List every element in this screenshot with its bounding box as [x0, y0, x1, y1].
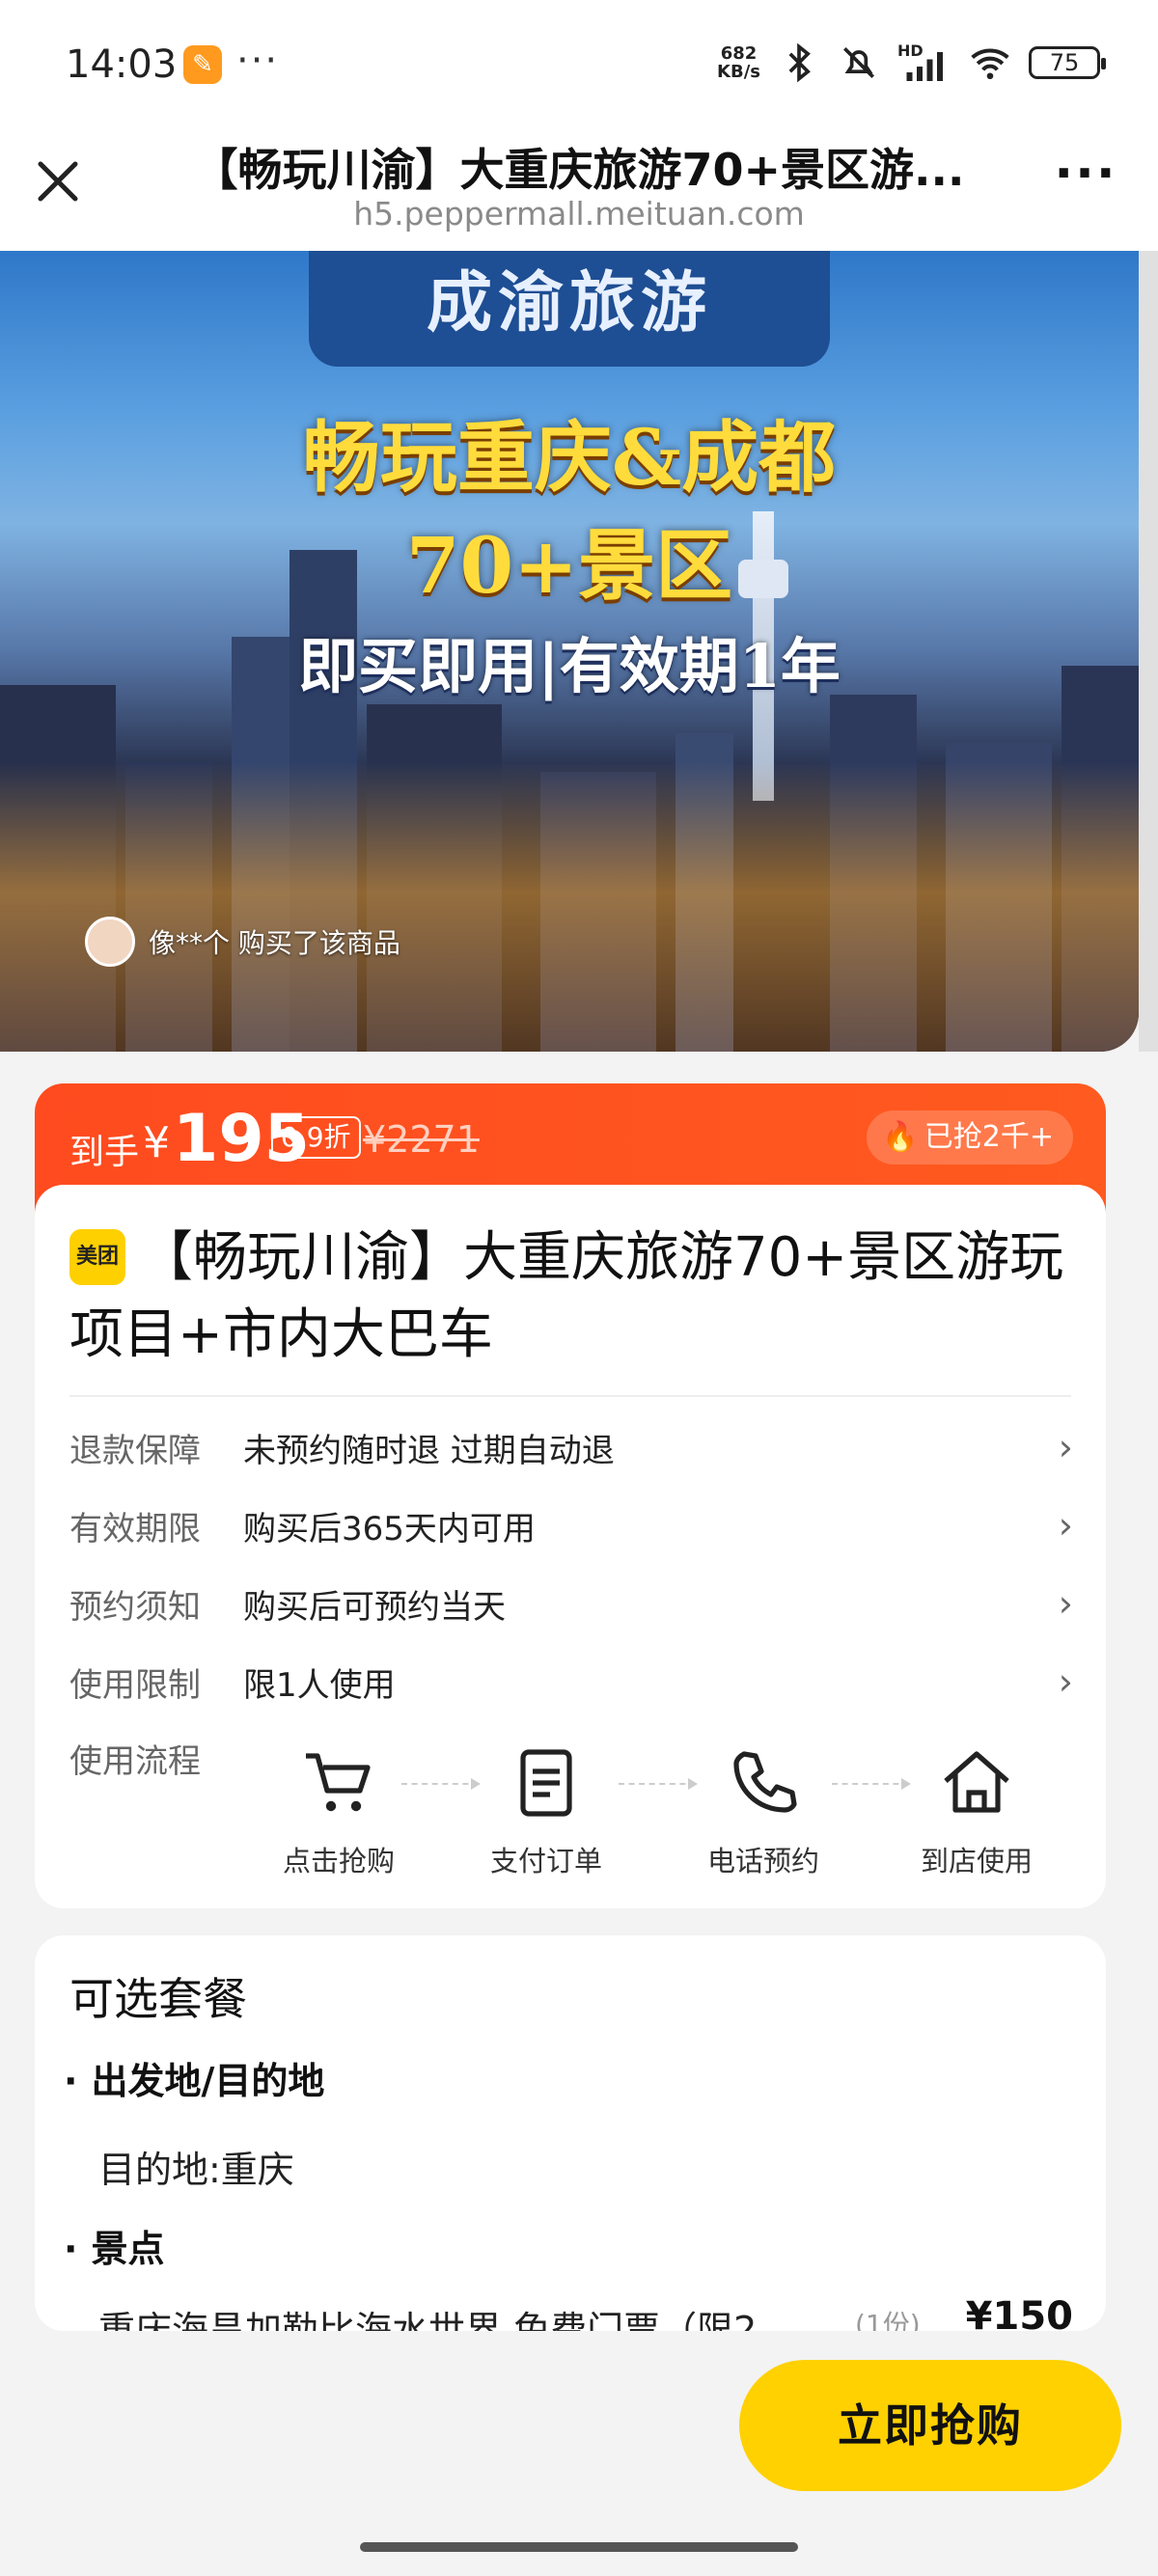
info-row-label: 退款保障 — [69, 1431, 201, 1470]
net-speed-value: 682 — [720, 43, 758, 64]
status-bar: 14:03 ✎ ··· 682 KB/s HD 75 — [0, 0, 1158, 125]
packages-title: 可选套餐 — [69, 1973, 247, 2025]
wifi-icon — [971, 48, 1009, 80]
flow-step-label: 点击抢购 — [282, 1845, 395, 1877]
flow-step-label: 支付订单 — [489, 1845, 602, 1877]
buyer-avatar — [85, 917, 135, 967]
buy-now-button[interactable]: 立即抢购 — [739, 2360, 1121, 2491]
package-item-qty: (1份) — [855, 2309, 921, 2331]
hero-headline-1: 畅玩重庆&成都 — [302, 412, 837, 503]
info-row-value: 限1人使用 — [243, 1665, 396, 1705]
info-row-value: 购买后可预约当天 — [243, 1587, 506, 1627]
chevron-right-icon: › — [1058, 1582, 1073, 1625]
close-icon[interactable] — [29, 152, 87, 210]
info-row-label: 使用限制 — [69, 1665, 201, 1705]
mute-icon — [843, 47, 874, 78]
packages-card: 可选套餐 · 出发地/目的地 目的地:重庆 · 景点 重庆海昌加勒比海水世界 免费门… — [35, 1935, 1106, 2331]
price-prefix: 到手 — [69, 1133, 140, 1172]
document-icon — [520, 1749, 572, 1817]
hero-image[interactable]: 成渝旅游 畅玩重庆&成都 70+景区 即买即用|有效期1年 像**个 购买了该商… — [0, 251, 1139, 1052]
section-heading-text: 出发地/目的地 — [91, 2060, 325, 2102]
flow-step-label: 电话预约 — [706, 1845, 819, 1877]
flame-icon: 🔥 — [882, 1120, 919, 1154]
app-notification-icon: ✎ — [183, 45, 222, 84]
hero-headline-2: 70+景区 — [405, 520, 733, 611]
chevron-right-icon: › — [1058, 1504, 1073, 1547]
sold-count: 已抢2千+ — [924, 1120, 1054, 1154]
chevron-right-icon: › — [1058, 1426, 1073, 1468]
more-menu-icon[interactable]: ··· — [1052, 149, 1119, 212]
info-row-label: 预约须知 — [69, 1587, 201, 1627]
flow-step-label: 到店使用 — [920, 1845, 1033, 1877]
original-price: ¥2271 — [363, 1118, 480, 1161]
phone-icon — [733, 1751, 797, 1813]
chevron-right-icon: › — [1058, 1660, 1073, 1703]
scrollbar[interactable] — [1139, 251, 1158, 1052]
flow-label: 使用流程 — [69, 1742, 201, 1781]
product-title: 【畅玩川渝】大重庆旅游70+景区游玩项目+市内大巴车 — [69, 1226, 1064, 1366]
net-speed: 682 KB/s — [717, 44, 760, 81]
flow-step-purchase: 点击抢购 — [252, 1744, 426, 1879]
status-more-icon: ··· — [236, 39, 280, 83]
info-row-value: 未预约随时退 过期自动退 — [243, 1431, 615, 1470]
status-time: 14:03 — [66, 42, 178, 87]
info-row-limit[interactable]: 使用限制 限1人使用 › — [69, 1653, 1073, 1711]
discount-badge: 0.9折 — [271, 1116, 361, 1159]
package-section-heading: · 景点 — [64, 2228, 165, 2270]
info-row-validity[interactable]: 有效期限 购买后365天内可用 › — [69, 1496, 1073, 1554]
price-currency: ¥ — [143, 1118, 170, 1167]
signal-icon: HD — [897, 41, 951, 84]
product-info-card: 美团 【畅玩川渝】大重庆旅游70+景区游玩项目+市内大巴车 退款保障 未预约随时… — [35, 1185, 1106, 1908]
flow-step-call: 电话预约 — [676, 1744, 850, 1879]
cart-icon — [306, 1753, 371, 1812]
page-url: h5.peppermall.meituan.com — [353, 195, 805, 233]
package-item-price: ¥150 — [965, 2294, 1073, 2331]
page-header: 【畅玩川渝】大重庆旅游70+景区游... h5.peppermall.meitu… — [0, 125, 1158, 251]
status-icons: 682 KB/s HD 75 — [717, 39, 1106, 87]
package-section-heading: · 出发地/目的地 — [64, 2060, 325, 2102]
city-lights — [0, 762, 1139, 1052]
info-row-refund[interactable]: 退款保障 未预约随时退 过期自动退 › — [69, 1418, 1073, 1476]
package-section-text: 目的地:重庆 — [98, 2149, 294, 2191]
section-heading-text: 景点 — [91, 2228, 165, 2270]
hero-headline-3: 即买即用|有效期1年 — [298, 631, 841, 701]
recent-buyer-toast: 像**个 购买了该商品 — [85, 917, 400, 967]
flow-step-pay: 支付订单 — [459, 1744, 633, 1879]
bottom-action-bar: 立即抢购 — [0, 2331, 1158, 2576]
home-indicator[interactable] — [360, 2542, 798, 2552]
info-row-label: 有效期限 — [69, 1509, 201, 1548]
info-row-booking[interactable]: 预约须知 购买后可预约当天 › — [69, 1575, 1073, 1632]
store-icon — [944, 1751, 1009, 1813]
buyer-text: 像**个 购买了该商品 — [149, 927, 400, 959]
battery-icon: 75 — [1029, 46, 1106, 79]
info-row-value: 购买后365天内可用 — [243, 1509, 536, 1548]
bluetooth-icon — [788, 42, 811, 83]
package-item-name[interactable]: 重庆海昌加勒比海水世界 免费门票（限2 — [98, 2300, 1073, 2331]
flow-step-visit: 到店使用 — [890, 1744, 1063, 1879]
sold-count-badge: 🔥 已抢2千+ — [867, 1110, 1073, 1165]
net-speed-unit: KB/s — [717, 62, 760, 82]
page-title: 【畅玩川渝】大重庆旅游70+景区游... — [193, 144, 965, 196]
divider — [69, 1395, 1071, 1397]
hero-banner: 成渝旅游 — [309, 251, 830, 367]
